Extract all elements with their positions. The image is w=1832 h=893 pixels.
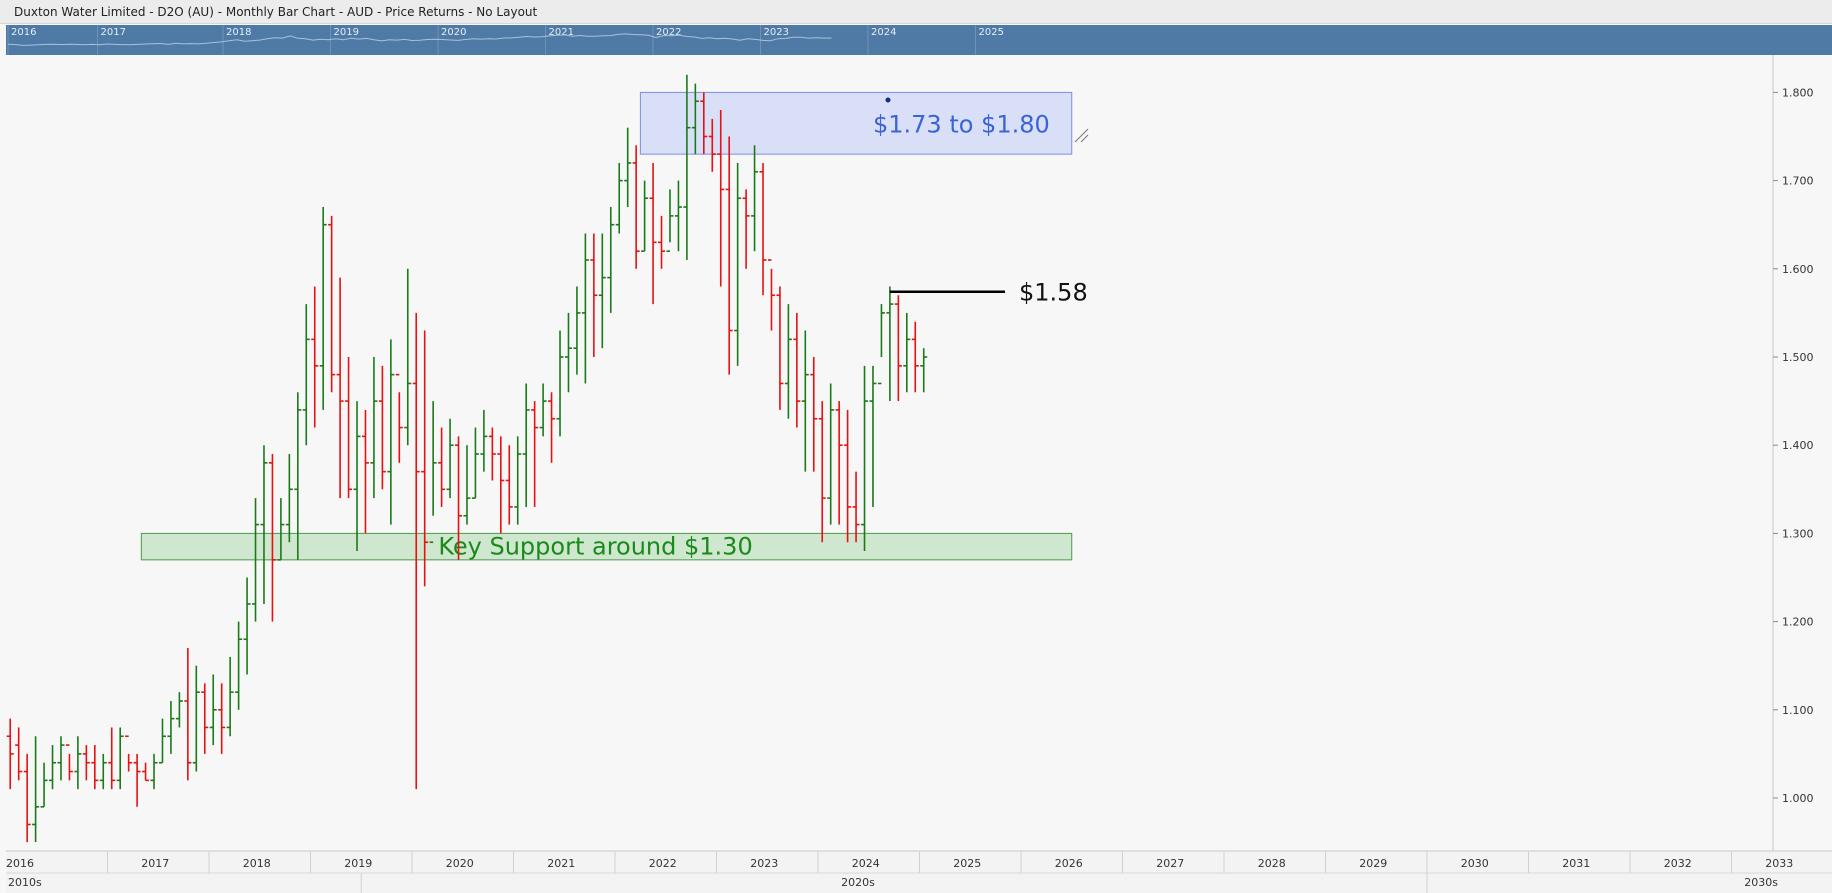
x-axis-year-label: 2020 — [446, 857, 474, 870]
x-axis-decade-label: 2010s — [8, 876, 42, 889]
navigator-year-label: 2017 — [101, 27, 126, 38]
x-axis-year-label: 2016 — [6, 857, 34, 870]
x-axis-year-label: 2024 — [852, 857, 880, 870]
level-label: $1.58 — [1019, 279, 1088, 307]
y-axis-tick-label: 1.000 — [1782, 792, 1814, 805]
x-axis-year-label: 2023 — [750, 857, 778, 870]
x-axis-year-label: 2021 — [547, 857, 575, 870]
support-zone-label: Key Support around $1.30 — [438, 533, 752, 561]
navigator-year-label: 2019 — [334, 27, 359, 38]
navigator-year-label: 2025 — [979, 27, 1004, 38]
x-axis-year-label: 2027 — [1156, 857, 1184, 870]
navigator-strip[interactable] — [6, 25, 1832, 55]
x-axis-year-label: 2026 — [1055, 857, 1083, 870]
x-axis-year-label: 2025 — [953, 857, 981, 870]
x-axis-year-label: 2030 — [1461, 857, 1489, 870]
y-axis: 1.000 1.100 1.200 1.300 1.400 1.500 1.600 1.700… — [1773, 86, 1814, 805]
x-axis-year-label: 2018 — [243, 857, 271, 870]
navigator-year-label: 2024 — [871, 27, 896, 38]
y-axis-tick-label: 1.800 — [1782, 86, 1814, 99]
y-axis-tick-label: 1.600 — [1782, 263, 1814, 276]
navigator-year-label: 2018 — [226, 27, 251, 38]
y-axis-tick-label: 1.700 — [1782, 175, 1814, 188]
x-axis-year-label: 2019 — [344, 857, 372, 870]
x-axis: 2016 2017 2018 2019 2020 2021 2022 2023 2024 2025… — [6, 850, 1832, 893]
x-axis-decade-label: 2030s — [1744, 876, 1778, 889]
x-axis-year-label: 2031 — [1562, 857, 1590, 870]
navigator-year-label: 2020 — [441, 27, 466, 38]
x-axis-year-label: 2032 — [1664, 857, 1692, 870]
navigator-year-label: 2016 — [11, 27, 36, 38]
y-axis-tick-label: 1.400 — [1782, 439, 1814, 452]
price-chart[interactable]: 2016 2017 2018 2019 2020 2021 2022 2023 2024 2025… — [0, 0, 1832, 893]
y-axis-tick-label: 1.200 — [1782, 616, 1814, 629]
y-axis-tick-label: 1.100 — [1782, 704, 1814, 717]
x-axis-year-label: 2033 — [1765, 857, 1793, 870]
x-axis-year-label: 2029 — [1359, 857, 1387, 870]
navigator-year-label: 2023 — [764, 27, 789, 38]
y-axis-tick-label: 1.300 — [1782, 527, 1814, 540]
x-axis-year-label: 2017 — [141, 857, 169, 870]
zone-anchor-handle — [885, 97, 891, 103]
plot-area[interactable] — [6, 55, 1773, 851]
x-axis-year-label: 2022 — [649, 857, 677, 870]
x-axis-decade-label: 2020s — [841, 876, 875, 889]
x-axis-year-label: 2028 — [1258, 857, 1286, 870]
y-axis-tick-label: 1.500 — [1782, 351, 1814, 364]
resistance-zone-label: $1.73 to $1.80 — [873, 110, 1050, 138]
